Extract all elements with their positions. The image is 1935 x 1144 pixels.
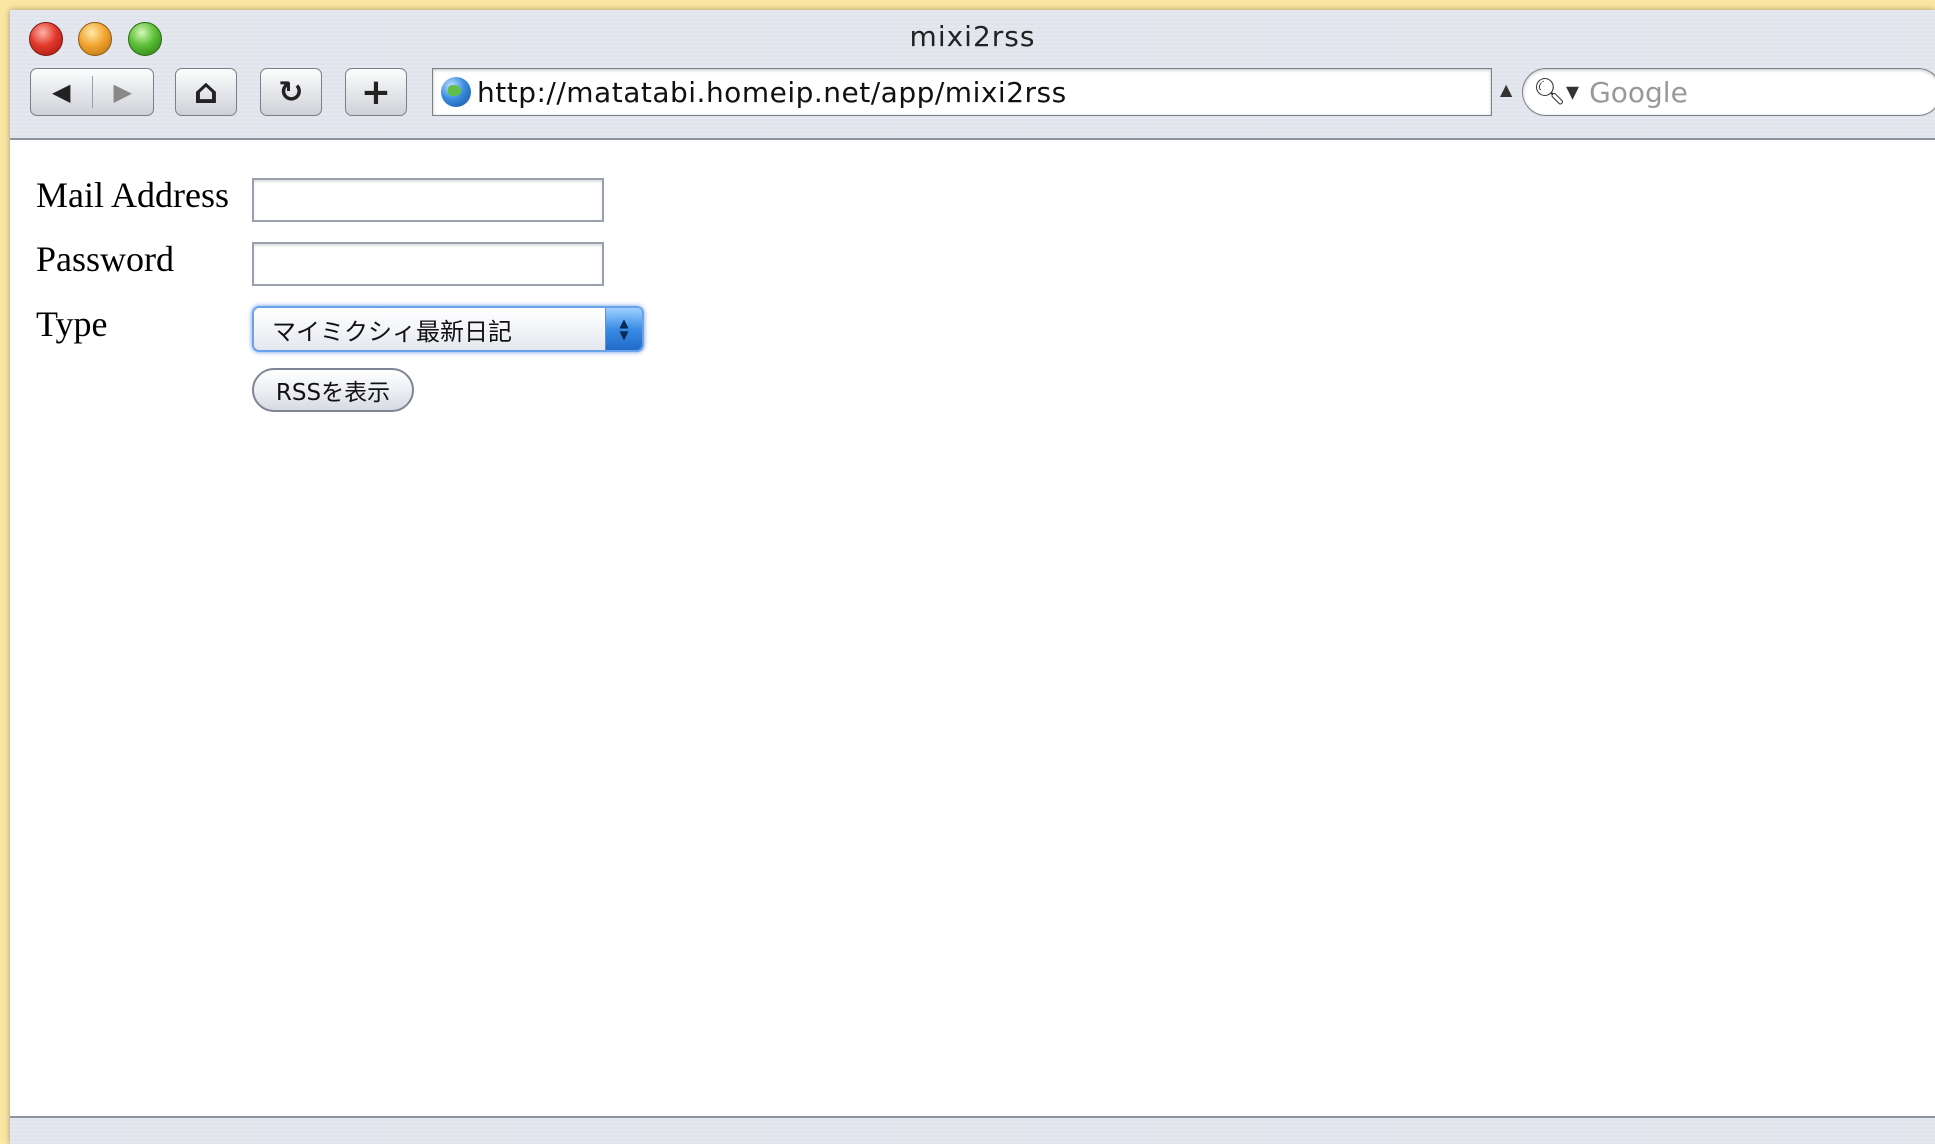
- back-button[interactable]: ◀: [31, 69, 92, 115]
- back-arrow-icon: ◀: [52, 78, 71, 106]
- address-bar[interactable]: http://matatabi.homeip.net/app/mixi2rss: [432, 68, 1492, 116]
- back-forward-group: ◀ ▶: [30, 68, 154, 116]
- snapback-caret-icon[interactable]: ▲: [1500, 80, 1512, 99]
- address-text: http://matatabi.homeip.net/app/mixi2rss: [477, 75, 1067, 109]
- home-button[interactable]: ⌂: [175, 68, 237, 116]
- status-bar: [10, 1116, 1935, 1144]
- browser-window: mixi2rss ◀ ▶ ⌂ ↻ + http://matatabi.homei…: [10, 10, 1935, 1144]
- globe-icon: [441, 77, 471, 107]
- password-label: Password: [36, 239, 175, 279]
- show-rss-button[interactable]: RSSを表示: [252, 368, 414, 412]
- mail-address-input[interactable]: [252, 178, 604, 222]
- add-bookmark-button[interactable]: +: [345, 68, 407, 116]
- forward-button[interactable]: ▶: [92, 69, 153, 115]
- title-bar: mixi2rss ◀ ▶ ⌂ ↻ + http://matatabi.homei…: [10, 10, 1935, 140]
- page-content: Mail Address Password Type マイミクシィ最新日記 ▲ ▼…: [10, 140, 1935, 1120]
- reload-button[interactable]: ↻: [260, 68, 322, 116]
- plus-icon: +: [360, 71, 392, 113]
- password-input[interactable]: [252, 242, 604, 286]
- type-select[interactable]: マイミクシィ最新日記 ▲ ▼: [252, 306, 644, 352]
- search-placeholder: Google: [1589, 75, 1688, 109]
- window-title: mixi2rss: [909, 20, 1036, 53]
- mail-address-label: Mail Address: [36, 175, 229, 215]
- forward-arrow-icon: ▶: [113, 78, 132, 106]
- home-icon: ⌂: [193, 72, 219, 112]
- reload-icon: ↻: [278, 74, 304, 110]
- select-arrows-icon: ▲ ▼: [605, 308, 642, 350]
- search-icon[interactable]: 🔍︎▾: [1533, 77, 1579, 107]
- type-selected-value: マイミクシィ最新日記: [272, 317, 512, 346]
- search-field[interactable]: 🔍︎▾ Google: [1522, 68, 1935, 116]
- type-label: Type: [36, 304, 108, 344]
